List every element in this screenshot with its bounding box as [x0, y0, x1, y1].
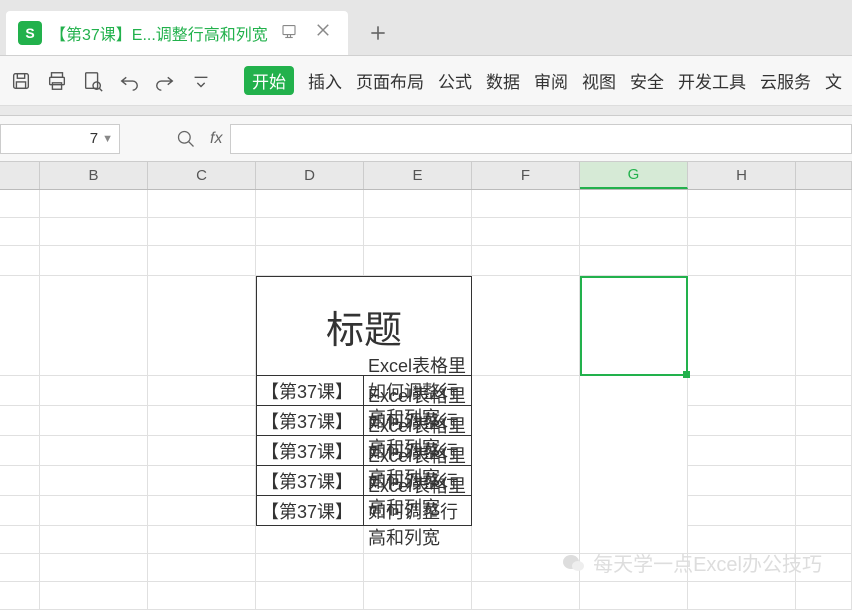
cell-d[interactable]: 【第37课】 [256, 436, 364, 466]
toolbar-more-icon[interactable] [190, 70, 212, 92]
spreadsheet-grid[interactable]: B C D E F G H 标题 [0, 162, 852, 610]
chevron-down-icon[interactable]: ▼ [102, 133, 113, 145]
name-box[interactable]: 7 ▼ [0, 124, 120, 154]
tab-title: 【第37课】E...调整行高和列宽 [50, 21, 268, 45]
cell-e[interactable]: Excel表格里如何调整行高和列宽 [364, 496, 472, 526]
grid-row[interactable] [0, 190, 852, 218]
tab-window-icon[interactable] [276, 21, 302, 44]
grid-row[interactable] [0, 218, 852, 246]
col-header-e[interactable]: E [364, 162, 472, 189]
tab-close-icon[interactable] [310, 21, 336, 44]
menu-cloud[interactable]: 云服务 [760, 68, 811, 93]
col-header-h[interactable]: H [688, 162, 796, 189]
menu-formula[interactable]: 公式 [438, 68, 472, 93]
print-icon[interactable] [46, 70, 68, 92]
formula-bar: 7 ▼ fx [0, 116, 852, 162]
cell-d[interactable]: 【第37课】 [256, 406, 364, 436]
menu-text[interactable]: 文 [825, 68, 842, 93]
menu-bar: 开始 插入 页面布局 公式 数据 审阅 视图 安全 开发工具 云服务 文 [244, 66, 842, 95]
new-tab-button[interactable] [356, 11, 400, 55]
col-header-c[interactable]: C [148, 162, 256, 189]
document-tab[interactable]: S 【第37课】E...调整行高和列宽 [6, 11, 348, 55]
menu-review[interactable]: 审阅 [534, 68, 568, 93]
menu-home[interactable]: 开始 [244, 66, 294, 95]
fx-label[interactable]: fx [210, 130, 222, 148]
tab-bar: S 【第37课】E...调整行高和列宽 [0, 0, 852, 56]
menu-insert[interactable]: 插入 [308, 68, 342, 93]
col-header-blank[interactable] [0, 162, 40, 189]
zoom-icon[interactable] [176, 129, 196, 149]
cell-d[interactable]: 【第37课】 [256, 376, 364, 406]
wechat-icon [561, 553, 587, 573]
col-header-g[interactable]: G [580, 162, 688, 189]
column-headers: B C D E F G H [0, 162, 852, 190]
col-header-b[interactable]: B [40, 162, 148, 189]
redo-icon[interactable] [154, 70, 176, 92]
col-header-d[interactable]: D [256, 162, 364, 189]
menu-security[interactable]: 安全 [630, 68, 664, 93]
app-icon: S [18, 21, 42, 45]
undo-icon[interactable] [118, 70, 140, 92]
menu-view[interactable]: 视图 [582, 68, 616, 93]
grid-row[interactable] [0, 582, 852, 610]
watermark-text: 每天学一点Excel办公技巧 [593, 548, 822, 577]
save-icon[interactable] [10, 70, 32, 92]
watermark: 每天学一点Excel办公技巧 [561, 548, 822, 577]
col-header-rest[interactable] [796, 162, 852, 189]
ribbon-strip [0, 106, 852, 116]
grid-rows: 标题 【第37课】 Excel表格里如何调整行高和列宽 【第37课】 Excel… [0, 190, 852, 610]
cell-d[interactable]: 【第37课】 [256, 466, 364, 496]
quick-toolbar: 开始 插入 页面布局 公式 数据 审阅 视图 安全 开发工具 云服务 文 [0, 56, 852, 106]
grid-row[interactable] [0, 246, 852, 276]
menu-devtools[interactable]: 开发工具 [678, 68, 746, 93]
col-header-f[interactable]: F [472, 162, 580, 189]
cell-d[interactable]: 【第37课】 [256, 496, 364, 526]
preview-icon[interactable] [82, 70, 104, 92]
formula-input[interactable] [230, 124, 852, 154]
name-box-value: 7 [7, 130, 102, 147]
data-row[interactable]: 【第37课】 Excel表格里如何调整行高和列宽 [0, 496, 852, 526]
menu-page-layout[interactable]: 页面布局 [356, 68, 424, 93]
menu-data[interactable]: 数据 [486, 68, 520, 93]
